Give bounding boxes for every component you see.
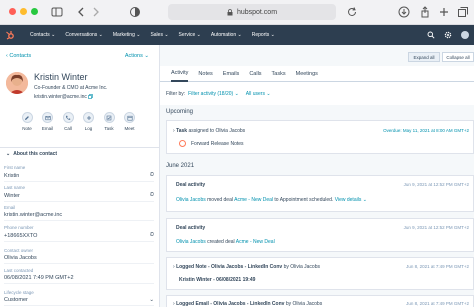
back-icon[interactable] (75, 5, 89, 19)
reload-icon[interactable] (345, 5, 359, 19)
nav-item-service[interactable]: Service ⌄ (179, 32, 201, 38)
deal-activity-card[interactable]: Deal activity Jun 9, 2021 at 12:52 PM GM… (166, 175, 474, 212)
month-header: June 2021 (166, 162, 195, 169)
nav-item-contacts[interactable]: Contacts ⌄ (30, 32, 55, 38)
nav-item-conversations[interactable]: Conversations ⌄ (65, 32, 103, 38)
main-nav: Contacts ⌄ Conversations ⌄ Marketing ⌄ S… (0, 25, 474, 45)
chevron-right-icon: › (173, 128, 175, 134)
history-icon[interactable]: ⏲ (150, 192, 154, 199)
log-action[interactable]: Log (82, 112, 96, 131)
meet-action[interactable]: Meet (123, 112, 137, 131)
prop-last-name[interactable]: Last name Winter ⏲ (4, 185, 154, 202)
copy-icon[interactable] (88, 94, 94, 99)
nav-item-marketing[interactable]: Marketing ⌄ (113, 32, 141, 38)
task-due-date: Overdue: May 11, 2021 at 8:00 AM GMT+2 (383, 128, 469, 133)
prop-first-name[interactable]: First name Kristin ⏲ (4, 165, 154, 182)
phone-icon (62, 112, 74, 123)
logged-email-card[interactable]: › Logged Email - Olivia Jacobs - LinkedI… (166, 295, 474, 307)
chevron-down-icon: ⌄ (6, 150, 11, 157)
chevron-right-icon: › (173, 264, 175, 270)
task-card[interactable]: › Task assigned to Olivia Jacobs Overdue… (166, 120, 474, 154)
contact-name: Kristin Winter (34, 72, 88, 82)
edit-icon (21, 112, 33, 123)
deal-link[interactable]: Acme - New Deal (236, 239, 275, 245)
tab-overview-icon[interactable] (456, 5, 470, 19)
activity-tabs: Activity Notes Emails Calls Tasks Meetin… (160, 66, 474, 82)
task-action[interactable]: Task (102, 112, 116, 131)
tab-emails[interactable]: Emails (223, 66, 240, 82)
nav-item-sales[interactable]: Sales ⌄ (150, 32, 168, 38)
contact-role: Co-Founder & CMO at Acme Inc. (34, 85, 108, 91)
minimize-window-button[interactable] (20, 8, 27, 15)
quick-actions: Note Email Call Log Task Meet (20, 112, 137, 131)
shield-icon[interactable] (128, 5, 142, 19)
back-to-contacts-link[interactable]: ‹ Contacts (6, 53, 31, 59)
nav-settings-icon[interactable] (444, 31, 452, 39)
url-text: hubspot.com (236, 8, 278, 16)
about-section-header[interactable]: ⌄ About this contact (0, 147, 159, 159)
forward-icon[interactable] (89, 5, 103, 19)
collapse-all-button[interactable]: Collapse all (442, 52, 474, 62)
prop-lifecycle-stage[interactable]: Lifecycle stage Customer ⌄ (4, 290, 154, 306)
new-tab-icon[interactable] (437, 5, 451, 19)
call-action[interactable]: Call (61, 112, 75, 131)
note-action[interactable]: Note (20, 112, 34, 131)
filter-users-dropdown[interactable]: All users ⌄ (246, 91, 271, 97)
close-window-button[interactable] (9, 8, 16, 15)
deal-created-card[interactable]: Deal activity Jun 9, 2021 at 12:52 PM GM… (166, 218, 474, 252)
sidebar-toggle-icon[interactable] (50, 5, 64, 19)
filter-activity-dropdown[interactable]: Filter activity (18/20) ⌄ (188, 91, 239, 97)
lock-icon (227, 8, 233, 15)
tab-calls[interactable]: Calls (249, 66, 261, 82)
history-icon[interactable]: ⏲ (150, 172, 154, 179)
view-details-link[interactable]: View details (335, 197, 362, 203)
task-icon (103, 112, 115, 123)
chevron-down-icon: ⌄ (149, 297, 154, 303)
contact-email: kristin.winter@acme.inc (34, 94, 94, 100)
download-icon[interactable] (397, 5, 411, 19)
address-bar[interactable]: hubspot.com (168, 4, 336, 20)
plus-icon (83, 112, 94, 123)
activity-panel: Expand all Collapse all Activity Notes E… (160, 45, 474, 307)
contact-avatar[interactable] (6, 72, 28, 94)
tab-notes[interactable]: Notes (198, 66, 212, 82)
chevron-right-icon: › (173, 301, 175, 307)
actor-link[interactable]: Olivia Jacobs (176, 197, 206, 203)
email-icon (42, 112, 53, 123)
prop-phone[interactable]: Phone number +18665XXTO ⏲ (4, 225, 154, 242)
tab-meetings[interactable]: Meetings (296, 66, 318, 82)
share-icon[interactable] (418, 5, 432, 19)
nav-item-automation[interactable]: Automation ⌄ (211, 32, 242, 38)
task-title: Forward Release Notes (191, 141, 244, 147)
filter-bar: Filter by: Filter activity (18/20) ⌄ All… (160, 82, 474, 105)
zoom-window-button[interactable] (31, 8, 38, 15)
note-body: Kristin Winter - 06/08/2021 19:49 (179, 277, 256, 283)
tab-tasks[interactable]: Tasks (272, 66, 286, 82)
nav-avatar[interactable] (461, 31, 469, 39)
expand-all-button[interactable]: Expand all (408, 52, 440, 62)
prop-contact-owner[interactable]: Contact owner Olivia Jacobs (4, 248, 154, 264)
upcoming-header: Upcoming (166, 108, 194, 115)
prop-last-contacted[interactable]: Last contacted 06/08/2021 7:49 PM GMT+2 (4, 268, 154, 284)
calendar-icon (124, 112, 135, 123)
task-complete-checkbox[interactable] (179, 140, 186, 147)
nav-search-icon[interactable] (427, 31, 435, 39)
email-action[interactable]: Email (41, 112, 55, 131)
hubspot-logo-icon[interactable] (0, 25, 20, 45)
contact-sidebar: ‹ Contacts Actions ⌄ Kristin Winter Co-F… (0, 45, 160, 307)
deal-link[interactable]: Acme - New Deal (234, 197, 273, 203)
prop-email[interactable]: Email kristin.winter@acme.inc (4, 205, 154, 221)
browser-titlebar: hubspot.com (0, 0, 474, 25)
actions-dropdown[interactable]: Actions ⌄ (125, 53, 149, 59)
logged-note-card[interactable]: › Logged Note - Olivia Jacobs - LinkedIn… (166, 257, 474, 290)
nav-utilities (427, 25, 474, 45)
nav-item-reports[interactable]: Reports ⌄ (252, 32, 275, 38)
tab-activity[interactable]: Activity (171, 66, 189, 82)
actor-link[interactable]: Olivia Jacobs (176, 239, 206, 245)
history-icon[interactable]: ⏲ (150, 232, 154, 239)
